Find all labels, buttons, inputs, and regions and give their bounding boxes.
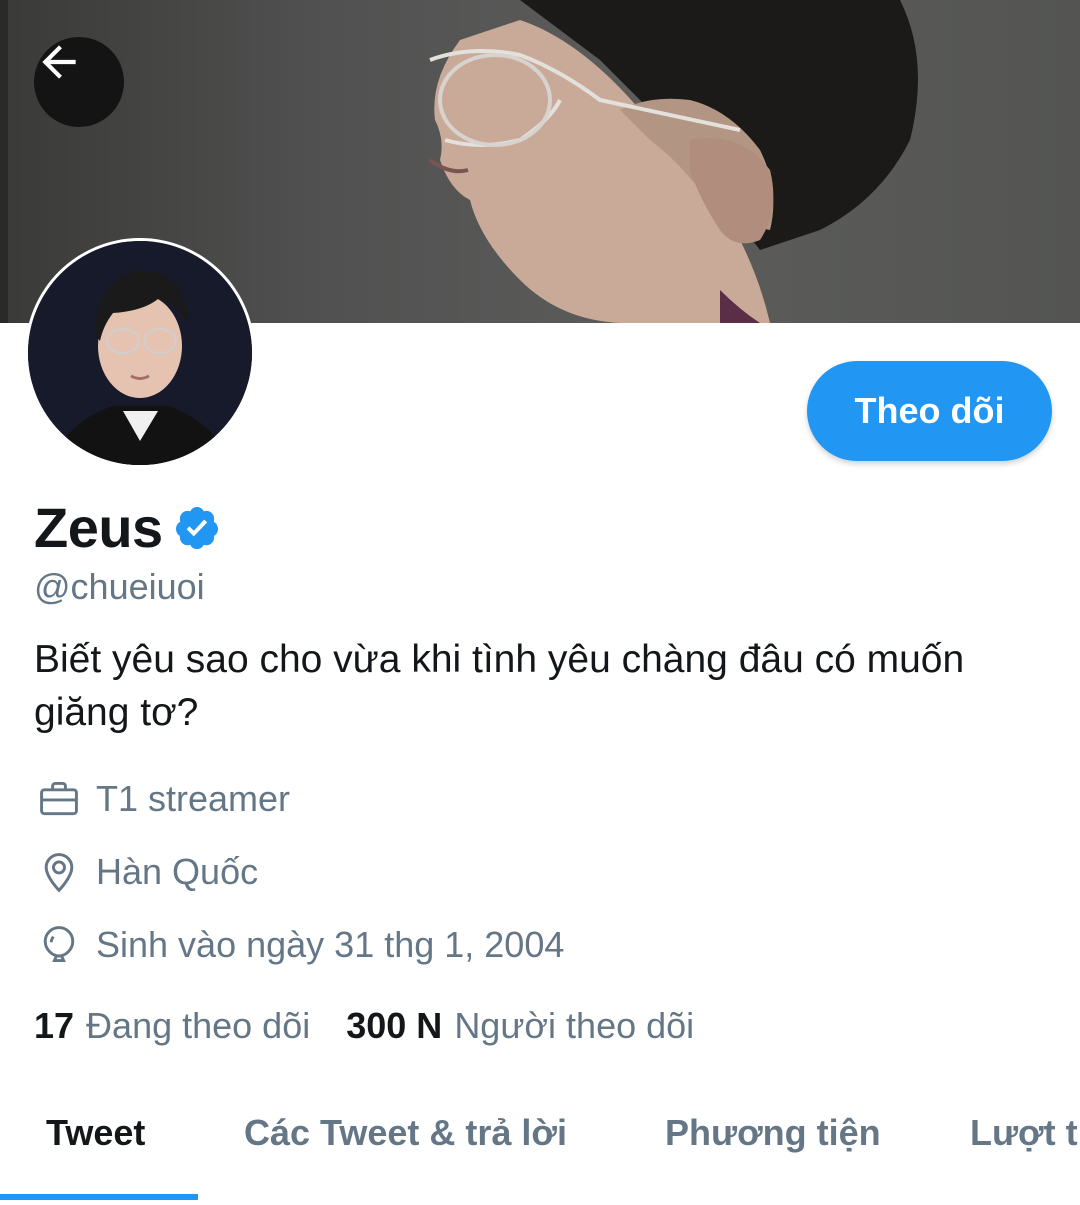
tab-tweets[interactable]: Tweet [46,1075,145,1190]
verified-badge-icon [173,504,221,552]
active-tab-indicator [0,1194,198,1200]
briefcase-icon [36,776,82,822]
location-pin-icon [36,849,82,895]
following-link[interactable]: 17 Đang theo dõi [34,1005,310,1047]
birthday-text: Sinh vào ngày 31 thg 1, 2004 [96,924,565,965]
tab-likes[interactable]: Lượt thích [970,1075,1080,1190]
profile-avatar[interactable] [25,238,255,468]
profile-bio: Biết yêu sao cho vừa khi tình yêu chàng … [34,638,965,734]
balloon-icon [36,922,82,968]
profile-tabs: Tweet Các Tweet & trả lời Phương tiện Lư… [0,1075,1080,1205]
meta-work: T1 streamer [36,776,290,822]
follow-button[interactable]: Theo dõi [807,361,1052,461]
following-count: 17 [34,1005,75,1046]
avatar-photo [28,241,252,465]
profile-handle: @chueiuoi [34,566,205,607]
profile-page: Theo dõi Zeus @chueiuoi Biết yêu sao cho… [0,0,1080,1205]
back-button[interactable] [34,37,124,127]
tab-media[interactable]: Phương tiện [665,1075,881,1190]
name-row: Zeus [34,495,221,560]
location-text: Hàn Quốc [96,851,259,892]
work-text: T1 streamer [96,778,291,819]
meta-birthday: Sinh vào ngày 31 thg 1, 2004 [36,922,564,968]
follow-stats: 17 Đang theo dõi 300 N Người theo dõi [34,1005,694,1047]
display-name: Zeus [34,496,163,559]
arrow-left-icon [42,45,76,79]
meta-location: Hàn Quốc [36,849,258,895]
followers-count: 300 N [346,1005,443,1046]
tab-tweets-replies[interactable]: Các Tweet & trả lời [244,1075,567,1190]
following-label: Đang theo dõi [86,1005,311,1046]
followers-link[interactable]: 300 N Người theo dõi [346,1005,694,1047]
followers-label: Người theo dõi [454,1005,695,1046]
